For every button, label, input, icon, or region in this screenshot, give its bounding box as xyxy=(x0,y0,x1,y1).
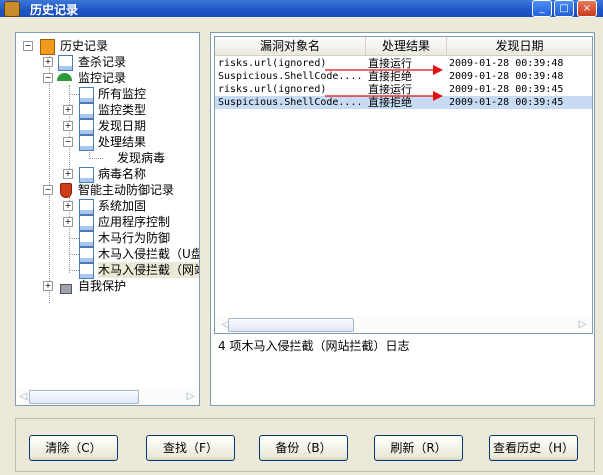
tree-label: 病毒名称 xyxy=(98,167,147,181)
tree-label: 发现病毒 xyxy=(117,151,166,165)
document-icon xyxy=(79,199,94,215)
lock-icon xyxy=(60,284,72,294)
tree-label: 智能主动防御记录 xyxy=(78,183,175,197)
tree-label: 发现日期 xyxy=(98,119,147,133)
expand-icon[interactable]: + xyxy=(43,57,53,67)
clear-button[interactable]: 清除（C） xyxy=(29,435,118,461)
log-panel: 漏洞对象名 处理结果 发现日期 risks.url(ignored) 直接运行 … xyxy=(210,32,595,406)
document-icon xyxy=(79,167,94,183)
tree-label: 应用程序控制 xyxy=(98,215,171,229)
expand-icon[interactable]: + xyxy=(63,121,73,131)
collapse-icon[interactable]: − xyxy=(23,41,33,51)
document-icon xyxy=(79,215,94,231)
scroll-right-icon[interactable]: ▷ xyxy=(184,390,197,403)
window-title: 历史记录 xyxy=(30,3,79,17)
tree-item-system-hardening[interactable]: + 系统加固 xyxy=(16,198,199,215)
tree-item-monitor-type[interactable]: + 监控类型 xyxy=(16,102,199,119)
document-icon xyxy=(79,231,94,247)
document-icon xyxy=(79,263,94,279)
document-icon xyxy=(79,247,94,263)
tree-item-result[interactable]: − 处理结果 xyxy=(16,134,199,151)
tree-label-selected: 木马入侵拦截（网站 xyxy=(98,262,199,278)
tree-label: 自我保护 xyxy=(78,279,127,293)
tree-item-app-control[interactable]: + 应用程序控制 xyxy=(16,214,199,231)
tree-label: 处理结果 xyxy=(98,135,147,149)
tree-item-found-date[interactable]: + 发现日期 xyxy=(16,118,199,135)
tree-item-virus-name[interactable]: + 病毒名称 xyxy=(16,166,199,183)
document-icon xyxy=(58,55,73,71)
history-tree-panel: − 历史记录 + 查杀记录 − 监控记录 所有监控 + 监控类型 + 发现日期 … xyxy=(15,32,200,406)
collapse-icon[interactable]: − xyxy=(43,185,53,195)
backup-button[interactable]: 备份（B） xyxy=(259,435,348,461)
tree-item-all-monitors[interactable]: 所有监控 xyxy=(16,86,199,103)
document-icon xyxy=(79,119,94,135)
expand-icon[interactable]: + xyxy=(63,169,73,179)
refresh-button[interactable]: 刷新（R） xyxy=(374,435,463,461)
umbrella-icon xyxy=(57,73,72,81)
app-icon xyxy=(4,1,20,17)
collapse-icon[interactable]: − xyxy=(63,137,73,147)
tree-item-monitor-records[interactable]: − 监控记录 xyxy=(16,70,199,86)
annotation-arrow-head xyxy=(433,65,443,75)
find-button[interactable]: 查找（F） xyxy=(146,435,235,461)
scroll-right-icon[interactable]: ▷ xyxy=(576,318,589,331)
history-folder-icon xyxy=(40,39,55,55)
log-list: 漏洞对象名 处理结果 发现日期 risks.url(ignored) 直接运行 … xyxy=(214,36,593,334)
scroll-thumb[interactable] xyxy=(29,390,139,404)
shield-icon xyxy=(60,183,72,198)
title-bar[interactable]: 历史记录 _ □ × xyxy=(0,0,603,17)
list-horizontal-scrollbar[interactable]: ◁ ▷ xyxy=(215,316,592,333)
close-button[interactable]: × xyxy=(577,0,597,17)
scroll-thumb[interactable] xyxy=(228,318,354,332)
tree-item-trojan-usb[interactable]: 木马入侵拦截（U盘 xyxy=(16,246,199,263)
tree-item-scan-records[interactable]: + 查杀记录 xyxy=(16,54,199,71)
tree-label: 系统加固 xyxy=(98,199,147,213)
expand-icon[interactable]: + xyxy=(63,217,73,227)
tree-label: 监控类型 xyxy=(98,103,147,117)
tree-item-virus-found[interactable]: 发现病毒 xyxy=(16,150,199,166)
document-icon xyxy=(79,103,94,119)
expand-icon[interactable]: + xyxy=(63,105,73,115)
tree-item-active-defense[interactable]: − 智能主动防御记录 xyxy=(16,182,199,198)
tree-horizontal-scrollbar[interactable]: ◁ ▷ xyxy=(16,388,199,405)
view-history-button[interactable]: 查看历史（H） xyxy=(489,435,578,461)
annotation-arrows xyxy=(325,65,443,101)
tree-label: 查杀记录 xyxy=(78,55,127,69)
tree-item-trojan-behavior[interactable]: 木马行为防御 xyxy=(16,230,199,247)
tree-label: 所有监控 xyxy=(98,87,147,101)
tree-label-root: 历史记录 xyxy=(60,39,109,53)
tree-item-trojan-web[interactable]: 木马入侵拦截（网站 xyxy=(16,262,199,279)
annotation-arrow-head xyxy=(433,91,443,101)
tree-label: 木马入侵拦截（U盘 xyxy=(98,247,199,261)
expand-icon[interactable]: + xyxy=(63,201,73,211)
history-tree: − 历史记录 + 查杀记录 − 监控记录 所有监控 + 监控类型 + 发现日期 … xyxy=(16,33,199,387)
tree-item-self-protection[interactable]: + 自我保护 xyxy=(16,278,199,294)
expand-icon[interactable]: + xyxy=(43,281,53,291)
document-icon xyxy=(79,87,94,103)
collapse-icon[interactable]: − xyxy=(43,73,53,83)
tree-root[interactable]: − 历史记录 xyxy=(16,38,199,55)
document-icon xyxy=(79,135,94,151)
log-count-status: 4 项木马入侵拦截（网站拦截）日志 xyxy=(218,339,410,353)
tree-label: 木马行为防御 xyxy=(98,231,171,245)
maximize-button[interactable]: □ xyxy=(554,0,574,17)
minimize-button[interactable]: _ xyxy=(532,0,552,17)
tree-label: 监控记录 xyxy=(78,71,127,85)
